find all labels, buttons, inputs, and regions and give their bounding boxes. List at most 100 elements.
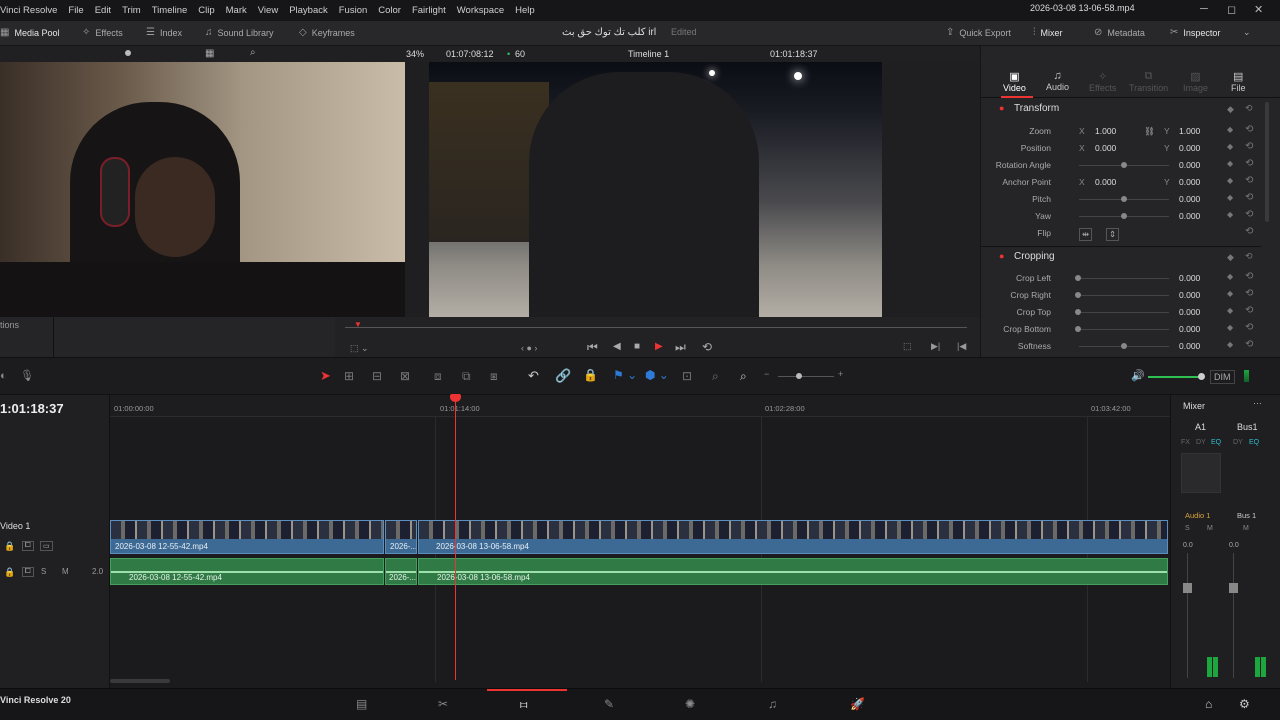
transform-enable-dot[interactable]: ● bbox=[999, 103, 1004, 113]
linked-selection-icon[interactable]: 🔗 bbox=[555, 368, 571, 384]
keyframe-icon[interactable]: ◆ bbox=[1227, 340, 1233, 349]
bus-eq-button[interactable]: EQ bbox=[1249, 439, 1259, 446]
color-page-icon[interactable]: ✺ bbox=[685, 697, 695, 711]
crop-top-field[interactable]: 0.000 bbox=[1179, 307, 1200, 317]
auto-track-icon[interactable]: ⧠ bbox=[22, 541, 34, 551]
menu-workspace[interactable]: Workspace bbox=[457, 5, 504, 16]
reset-icon[interactable]: ⟲ bbox=[1245, 175, 1253, 186]
video-clip[interactable]: 2026-03-08 13-06-58.mp4 bbox=[418, 520, 1168, 554]
mixer-options-icon[interactable]: ⋯ bbox=[1253, 398, 1262, 409]
yaw-field[interactable]: 0.000 bbox=[1179, 211, 1200, 221]
play-icon[interactable]: ▶ bbox=[655, 341, 663, 352]
solo-button[interactable]: S bbox=[41, 567, 46, 576]
flag-icon[interactable]: ⚑ ⌄ bbox=[613, 368, 637, 382]
anchor-y-field[interactable]: 0.000 bbox=[1179, 177, 1200, 187]
blade-tool-icon[interactable]: ⊠ bbox=[400, 369, 410, 383]
link-icon[interactable]: ⛓ bbox=[1144, 126, 1155, 137]
grid-view-icon[interactable]: ▦ bbox=[205, 48, 214, 59]
a1-fader-handle[interactable] bbox=[1183, 583, 1192, 593]
crop-right-field[interactable]: 0.000 bbox=[1179, 290, 1200, 300]
mute-button[interactable]: M bbox=[62, 567, 69, 576]
fx-button[interactable]: FX bbox=[1181, 439, 1190, 446]
position-x-field[interactable]: 0.000 bbox=[1095, 143, 1116, 153]
zoom-slider-track[interactable] bbox=[778, 376, 834, 377]
timeline-name-dropdown[interactable]: Timeline 1 bbox=[628, 49, 669, 59]
tab-transition[interactable]: ⧉ Transition bbox=[1129, 70, 1168, 93]
position-lock-icon[interactable]: 🔒 bbox=[583, 368, 598, 382]
thumbnail-size-slider[interactable] bbox=[125, 50, 131, 56]
safe-area-icon[interactable]: ⬚ bbox=[903, 341, 912, 352]
inspector-scrollbar[interactable] bbox=[1265, 102, 1269, 222]
deliver-page-icon[interactable]: 🚀 bbox=[850, 697, 865, 711]
flip-vertical-icon[interactable]: ⇕ bbox=[1106, 228, 1120, 241]
tab-image[interactable]: ▨ Image bbox=[1183, 70, 1208, 93]
a1-solo-button[interactable]: S bbox=[1185, 525, 1190, 532]
yaw-slider-handle[interactable] bbox=[1121, 213, 1127, 219]
volume-slider-handle[interactable] bbox=[1198, 373, 1205, 380]
position-y-field[interactable]: 0.000 bbox=[1179, 143, 1200, 153]
zoom-x-field[interactable]: 1.000 bbox=[1095, 126, 1116, 136]
menu-view[interactable]: View bbox=[258, 5, 278, 16]
a1-fader-track[interactable] bbox=[1187, 553, 1188, 678]
timeline-viewer[interactable] bbox=[429, 62, 882, 317]
selection-tool-icon[interactable]: ➤ bbox=[320, 368, 331, 384]
menu-help[interactable]: Help bbox=[515, 5, 535, 16]
viewer-zoom[interactable]: 34% bbox=[406, 49, 424, 59]
menu-playback[interactable]: Playback bbox=[289, 5, 328, 16]
flip-horizontal-icon[interactable]: ⇹ bbox=[1079, 228, 1093, 241]
keyframe-icon[interactable]: ◆ bbox=[1227, 210, 1233, 219]
dim-button[interactable]: DIM bbox=[1210, 370, 1235, 384]
reset-icon[interactable]: ⟲ bbox=[1245, 322, 1253, 333]
anchor-x-field[interactable]: 0.000 bbox=[1095, 177, 1116, 187]
microphone-icon[interactable]: 🎙 bbox=[20, 369, 34, 382]
tab-audio[interactable]: ♫ Audio bbox=[1046, 70, 1069, 92]
menu-file[interactable]: File bbox=[68, 5, 83, 16]
insert-clip-icon[interactable]: ⧈ bbox=[434, 369, 442, 384]
tab-effects[interactable]: ✧ Effects bbox=[1089, 70, 1116, 93]
menu-mark[interactable]: Mark bbox=[226, 5, 247, 16]
effects-button[interactable]: ✧ Effects bbox=[82, 27, 123, 38]
keyframe-icon[interactable]: ◆ bbox=[1227, 142, 1233, 151]
reset-icon[interactable]: ⟲ bbox=[1245, 192, 1253, 203]
sound-library-button[interactable]: ♫ Sound Library bbox=[205, 27, 274, 38]
zoom-out-icon[interactable]: − bbox=[764, 369, 769, 379]
timeline-scrollbar[interactable] bbox=[110, 679, 170, 683]
marker-icon[interactable]: ⬢ ⌄ bbox=[645, 368, 669, 382]
pitch-field[interactable]: 0.000 bbox=[1179, 194, 1200, 204]
keyframe-icon[interactable]: ◆ bbox=[1227, 272, 1233, 281]
zoom-y-field[interactable]: 1.000 bbox=[1179, 126, 1200, 136]
dy-button[interactable]: DY bbox=[1196, 439, 1206, 446]
minimize-icon[interactable]: ─ bbox=[1200, 3, 1208, 15]
viewer-mode-icon[interactable]: ⬚ ⌄ bbox=[350, 343, 369, 354]
reset-icon[interactable]: ⟲ bbox=[1245, 271, 1253, 282]
track-lock-icon[interactable]: 🔒 bbox=[4, 541, 15, 552]
overwrite-clip-icon[interactable]: ⧉ bbox=[462, 369, 471, 384]
keyframe-icon[interactable]: ◆ bbox=[1227, 289, 1233, 298]
replace-clip-icon[interactable]: ⧆ bbox=[490, 369, 498, 384]
video-clip[interactable]: 2026-... bbox=[385, 520, 417, 554]
reset-icon[interactable]: ⟲ bbox=[1245, 141, 1253, 152]
custom-zoom-icon[interactable]: ⌕ bbox=[740, 369, 747, 384]
keyframe-icon[interactable]: ◆ bbox=[1227, 306, 1233, 315]
playhead-marker[interactable]: ▼ bbox=[354, 320, 362, 329]
fusion-page-icon[interactable]: ✎ bbox=[604, 697, 614, 711]
menu-trim[interactable]: Trim bbox=[122, 5, 141, 16]
crop-left-track[interactable] bbox=[1081, 278, 1169, 279]
rotation-slider-handle[interactable] bbox=[1121, 162, 1127, 168]
cut-page-icon[interactable]: ✂ bbox=[438, 697, 448, 711]
reset-icon[interactable]: ⟲ bbox=[1245, 209, 1253, 220]
cropping-section-title[interactable]: Cropping bbox=[1014, 251, 1055, 262]
detail-zoom-icon[interactable]: ⌕ bbox=[712, 369, 719, 384]
play-reverse-icon[interactable]: ◀ bbox=[613, 341, 621, 352]
metadata-button[interactable]: ⊘ Metadata bbox=[1094, 27, 1145, 38]
quick-export-button[interactable]: ⇪ Quick Export bbox=[946, 27, 1011, 38]
mixer-button[interactable]: ⫶ Mixer bbox=[1033, 27, 1063, 38]
timeline-ruler[interactable] bbox=[110, 395, 1170, 417]
home-icon[interactable]: ⌂ bbox=[1205, 697, 1212, 711]
edit-page-icon[interactable]: ⧦ bbox=[520, 697, 527, 712]
keyframe-icon[interactable]: ◆ bbox=[1227, 176, 1233, 185]
bus-mute-button[interactable]: M bbox=[1243, 525, 1249, 532]
tab-file[interactable]: ▤ File bbox=[1231, 70, 1246, 93]
menu-clip[interactable]: Clip bbox=[198, 5, 214, 16]
go-to-start-icon[interactable]: ⏮ bbox=[587, 340, 598, 355]
